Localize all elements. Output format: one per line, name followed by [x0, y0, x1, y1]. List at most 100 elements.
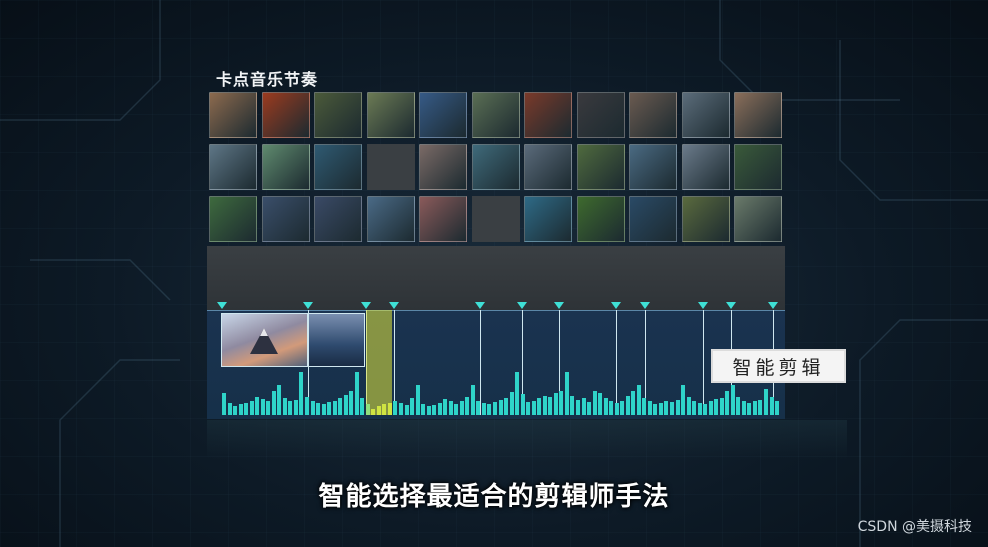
photo-thumbnail[interactable] [681, 92, 730, 138]
audio-bar [282, 398, 287, 415]
audio-bar [360, 397, 365, 415]
photo-thumbnail[interactable] [524, 196, 572, 242]
audio-bar [332, 400, 337, 415]
audio-bar [575, 399, 580, 415]
audio-bar [443, 398, 448, 415]
photo-thumbnail[interactable] [576, 92, 625, 138]
beat-marker[interactable] [768, 302, 778, 309]
audio-bar [730, 385, 735, 415]
panel-title: 卡点音乐节奏 [216, 70, 319, 89]
photo-thumbnail[interactable] [261, 92, 310, 138]
audio-bar [327, 401, 332, 415]
photo-thumbnail[interactable] [209, 92, 257, 138]
audio-bar [763, 388, 768, 415]
audio-bar [321, 404, 326, 415]
photo-thumbnail[interactable] [524, 92, 572, 138]
beat-line [480, 310, 481, 415]
beat-marker[interactable] [640, 302, 650, 309]
audio-bar [587, 401, 591, 415]
photo-thumbnail[interactable] [734, 144, 782, 190]
beat-marker[interactable] [303, 302, 313, 309]
photo-thumbnail[interactable] [419, 196, 467, 242]
photo-thumbnail[interactable] [419, 144, 467, 190]
photo-thumbnail[interactable] [471, 92, 520, 138]
audio-bar [620, 400, 625, 415]
audio-bar [542, 395, 547, 415]
photo-thumbnail[interactable] [681, 144, 730, 190]
audio-bar [658, 402, 663, 415]
audio-bar [603, 397, 608, 415]
photo-thumbnail[interactable] [261, 196, 310, 242]
audio-bar [459, 400, 464, 415]
audio-bar [642, 397, 647, 415]
audio-bar [686, 396, 691, 415]
photo-thumbnail[interactable] [366, 196, 415, 242]
audio-bar [343, 394, 348, 415]
photo-thumbnail[interactable] [209, 144, 257, 190]
beat-marker[interactable] [217, 302, 227, 309]
audio-bar [581, 398, 586, 415]
audio-bar [664, 400, 669, 415]
audio-bar [741, 400, 746, 415]
beat-marker[interactable] [554, 302, 564, 309]
beat-marker[interactable] [698, 302, 708, 309]
audio-bar [736, 396, 741, 415]
audio-bar [537, 397, 542, 415]
beat-marker[interactable] [389, 302, 399, 309]
audio-bar [476, 400, 481, 415]
audio-bar [520, 393, 525, 415]
audio-bar [426, 406, 431, 415]
audio-bar [553, 392, 558, 415]
photo-thumbnail[interactable] [734, 196, 782, 242]
photo-thumbnail[interactable] [261, 144, 310, 190]
audio-bar [470, 385, 475, 415]
audio-bar [238, 404, 243, 415]
beat-highlight [366, 310, 392, 415]
audio-bar [432, 405, 437, 415]
photo-thumbnail[interactable] [629, 92, 677, 138]
audio-bar [714, 398, 719, 415]
photo-thumbnail[interactable] [576, 196, 625, 242]
photo-thumbnail[interactable] [314, 92, 362, 138]
photo-thumbnail[interactable] [419, 92, 467, 138]
photo-thumbnail[interactable] [576, 144, 625, 190]
photo-thumbnail[interactable] [209, 196, 257, 242]
audio-bar [515, 371, 520, 415]
audio-bar [493, 401, 497, 415]
beat-marker[interactable] [726, 302, 736, 309]
audio-bar [415, 385, 420, 415]
audio-bar [404, 405, 409, 415]
photo-thumbnail[interactable] [734, 92, 782, 138]
audio-bar [653, 403, 658, 415]
audio-bar [481, 402, 486, 415]
audio-bar [719, 398, 724, 415]
timeline-clip-1[interactable] [221, 313, 308, 367]
audio-bar [681, 385, 685, 415]
empty-track-area [207, 246, 785, 310]
photo-thumbnail[interactable] [524, 144, 572, 190]
audio-bar [222, 393, 226, 415]
audio-bar [260, 398, 265, 415]
audio-bar [299, 371, 304, 415]
photo-thumbnail[interactable] [629, 196, 677, 242]
timeline-reflection [207, 420, 847, 460]
audio-bar [498, 399, 503, 415]
audio-bar [437, 402, 442, 415]
beat-marker[interactable] [361, 302, 371, 309]
photo-thumbnail [366, 144, 415, 190]
beat-marker[interactable] [611, 302, 621, 309]
photo-thumbnail[interactable] [681, 196, 730, 242]
audio-bar [410, 398, 414, 415]
photo-thumbnail[interactable] [629, 144, 677, 190]
timeline-clip-2[interactable] [308, 313, 365, 367]
photo-thumbnail[interactable] [471, 144, 520, 190]
audio-bar [349, 391, 354, 415]
photo-thumbnail[interactable] [314, 196, 362, 242]
beat-marker[interactable] [517, 302, 527, 309]
photo-thumbnail[interactable] [366, 92, 415, 138]
beat-line [703, 310, 704, 415]
audio-bar [249, 400, 254, 415]
audio-bar [244, 403, 249, 415]
beat-marker[interactable] [475, 302, 485, 309]
photo-thumbnail[interactable] [314, 144, 362, 190]
